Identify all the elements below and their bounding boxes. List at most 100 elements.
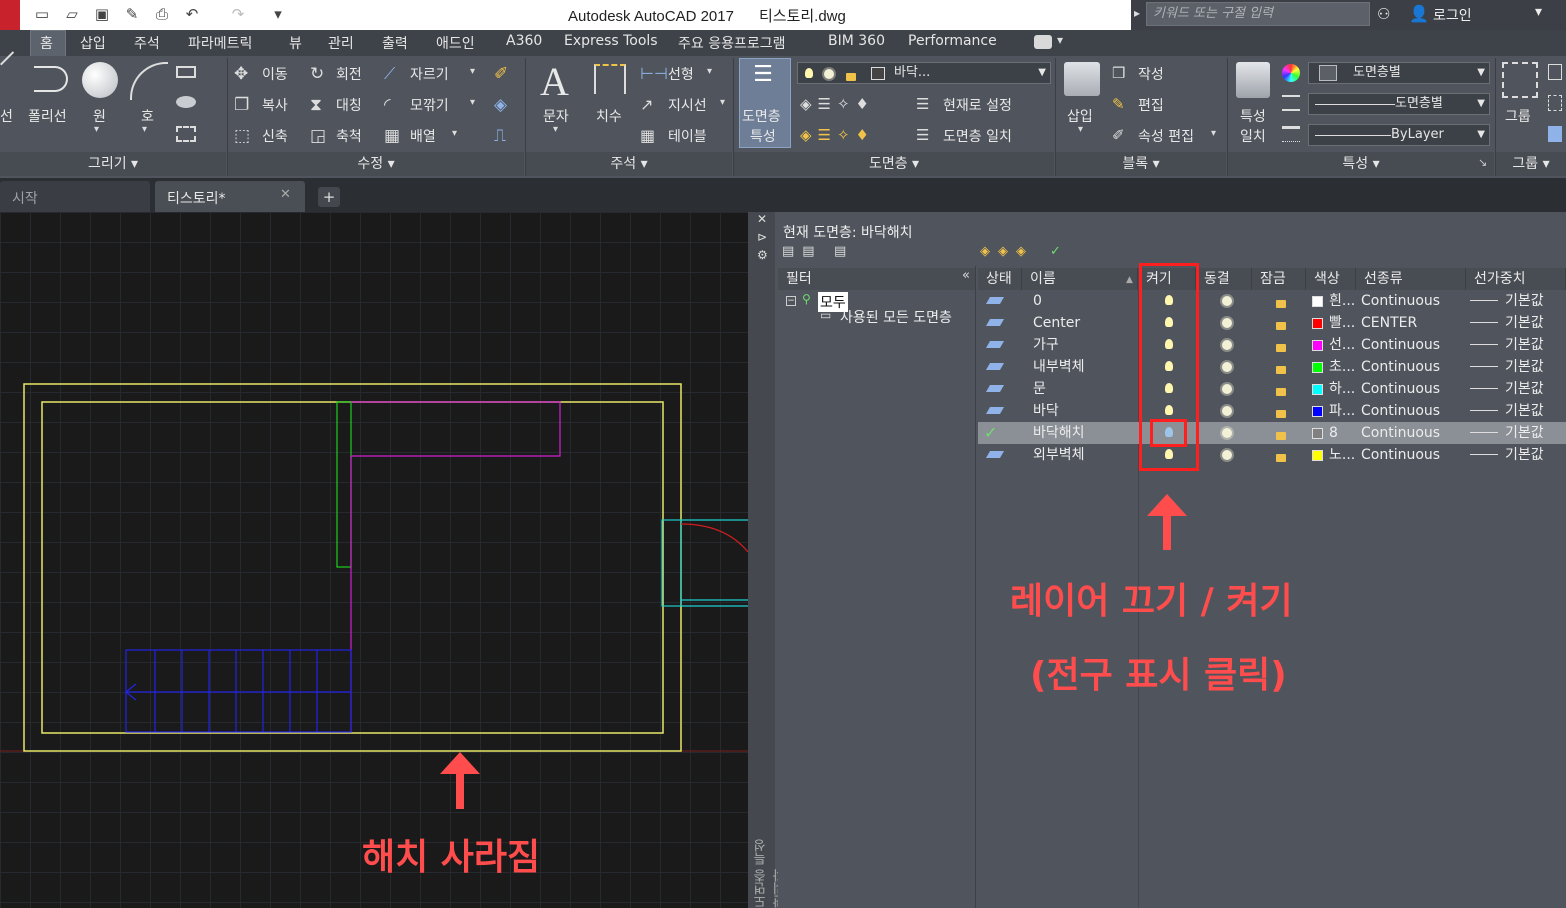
tab-featured-apps[interactable]: 주요 응용프로그램: [678, 33, 786, 53]
move-button[interactable]: 이동: [262, 64, 288, 84]
sun-icon[interactable]: [1222, 296, 1232, 306]
group-tool-icon[interactable]: [1548, 64, 1562, 80]
filter-tools-icon[interactable]: ▤▤: [782, 244, 823, 259]
col-name[interactable]: 이름: [1022, 268, 1138, 290]
layer-lineweight[interactable]: 기본값: [1505, 444, 1544, 466]
layer-row[interactable]: Center 빨... CENTER 기본값: [978, 312, 1566, 334]
group-icon[interactable]: [1502, 62, 1538, 98]
mirror-button[interactable]: 대칭: [336, 95, 362, 115]
tab-addins[interactable]: 애드인: [436, 33, 475, 53]
circle-button[interactable]: 원: [93, 106, 106, 126]
layer-linetype[interactable]: Continuous: [1361, 400, 1440, 422]
unlock-icon[interactable]: [1276, 410, 1286, 418]
polyline-icon[interactable]: [34, 66, 68, 92]
col-status[interactable]: 상태: [978, 268, 1022, 290]
text-dropdown-icon[interactable]: ▾: [553, 124, 558, 135]
sun-icon[interactable]: [1222, 340, 1232, 350]
layer-name[interactable]: 0: [1033, 290, 1042, 312]
layer-lineweight[interactable]: 기본값: [1505, 356, 1544, 378]
unlock-icon[interactable]: [1276, 322, 1286, 330]
print-icon[interactable]: ⎙: [152, 4, 172, 24]
layer-name[interactable]: 내부벽체: [1033, 356, 1085, 378]
layer-action-icons[interactable]: ◈◈◈: [980, 244, 1034, 259]
group-panel-title[interactable]: 그룹 ▾: [1496, 152, 1566, 176]
edit-block-button[interactable]: 편집: [1138, 95, 1164, 115]
linear-dropdown-icon[interactable]: ▾: [707, 66, 712, 77]
lineweight-dropdown[interactable]: ByLayer ▼: [1308, 124, 1490, 146]
properties-panel-title[interactable]: 특성 ▾: [1228, 152, 1494, 176]
unlock-icon[interactable]: [1276, 432, 1286, 440]
insert-block-button[interactable]: 삽입: [1067, 106, 1093, 126]
set-current-icon[interactable]: ✓: [1050, 244, 1061, 259]
layer-linetype[interactable]: CENTER: [1361, 312, 1417, 334]
user-icon[interactable]: 👤: [1409, 4, 1429, 23]
sun-icon[interactable]: [1222, 362, 1232, 372]
hatch-icon[interactable]: [176, 96, 196, 108]
col-lineweight[interactable]: 선가중치: [1466, 268, 1566, 290]
linetype-dropdown[interactable]: 도면층별 ▼: [1308, 93, 1490, 115]
color-swatch[interactable]: [1312, 450, 1323, 461]
rectangle-icon[interactable]: [176, 66, 196, 78]
panel-launcher-icon[interactable]: ↘: [1478, 156, 1487, 169]
dropdown-icon[interactable]: ▾: [1535, 4, 1542, 20]
sun-icon[interactable]: [1222, 428, 1232, 438]
layer-linetype[interactable]: Continuous: [1361, 444, 1440, 466]
binoculars-icon[interactable]: ⚇: [1377, 5, 1390, 23]
layer-panel-title[interactable]: 도면층 ▾: [734, 152, 1054, 176]
col-lock[interactable]: 잠금: [1252, 268, 1306, 290]
circle-dropdown-icon[interactable]: ▾: [94, 124, 99, 135]
layer-row[interactable]: 내부벽체 초... Continuous 기본값: [978, 356, 1566, 378]
tree-child-used[interactable]: 사용된 모든 도면층: [840, 307, 952, 327]
search-input[interactable]: 키워드 또는 구절 입력: [1146, 2, 1370, 26]
offset-icon[interactable]: ⎍: [494, 126, 506, 146]
stretch-button[interactable]: 신축: [262, 126, 288, 146]
tab-performance[interactable]: Performance: [908, 33, 997, 49]
open-folder-icon[interactable]: ▱: [62, 4, 82, 24]
collapse-icon[interactable]: «: [962, 268, 970, 283]
modify-panel-title[interactable]: 수정 ▾: [228, 152, 524, 176]
insert-dropdown-icon[interactable]: ▾: [1078, 124, 1083, 135]
tab-home-label[interactable]: 홈: [40, 33, 53, 53]
layer-lineweight[interactable]: 기본값: [1505, 400, 1544, 422]
trim-dropdown-icon[interactable]: ▾: [470, 66, 475, 77]
layer-lineweight[interactable]: 기본값: [1505, 312, 1544, 334]
sun-icon[interactable]: [1222, 318, 1232, 328]
layer-row[interactable]: 0 흰... Continuous 기본값: [978, 290, 1566, 312]
tab-a360[interactable]: A360: [506, 33, 542, 49]
expand-icon[interactable]: ▸: [1134, 6, 1140, 20]
layer-lineweight[interactable]: 기본값: [1505, 422, 1544, 444]
polyline-button[interactable]: 폴리선: [28, 106, 67, 126]
leader-dropdown-icon[interactable]: ▾: [720, 97, 725, 108]
insert-block-icon[interactable]: [1064, 62, 1100, 96]
match-properties-icon[interactable]: [1236, 62, 1270, 98]
array-dropdown-icon[interactable]: ▾: [452, 128, 457, 139]
doc-tab-start[interactable]: 시작: [0, 181, 150, 212]
layer-tools-row2-icon[interactable]: ◈☰✧♦: [800, 126, 875, 144]
color-swatch[interactable]: [1312, 428, 1323, 439]
unlock-icon[interactable]: [1276, 344, 1286, 352]
layer-row[interactable]: 가구 선... Continuous 기본값: [978, 334, 1566, 356]
array-button[interactable]: 배열: [410, 126, 436, 146]
new-file-icon[interactable]: ▭: [32, 4, 52, 24]
save-icon[interactable]: ▣: [92, 4, 112, 24]
layer-lineweight[interactable]: 기본값: [1505, 290, 1544, 312]
login-button[interactable]: 로그인: [1433, 5, 1472, 25]
color-swatch[interactable]: [1312, 318, 1323, 329]
layer-linetype[interactable]: Continuous: [1361, 378, 1440, 400]
tab-insert[interactable]: 삽입: [80, 33, 106, 53]
layer-name[interactable]: 외부벽체: [1033, 444, 1085, 466]
layer-row[interactable]: ✓ 바닥해치 8 Continuous 기본값: [978, 422, 1566, 444]
dimension-icon[interactable]: [594, 64, 626, 94]
group-button[interactable]: 그룹: [1505, 106, 1531, 126]
match-properties-label-2[interactable]: 일치: [1240, 126, 1266, 146]
scale-button[interactable]: 축척: [336, 126, 362, 146]
layer-name[interactable]: 가구: [1033, 334, 1059, 356]
layer-lineweight[interactable]: 기본값: [1505, 334, 1544, 356]
color-swatch[interactable]: [1312, 296, 1323, 307]
draw-panel-title[interactable]: 그리기 ▾: [0, 152, 226, 176]
explode-icon[interactable]: ◈: [494, 95, 507, 115]
group-select-icon[interactable]: [1548, 126, 1562, 142]
layer-row[interactable]: 바닥 파... Continuous 기본값: [978, 400, 1566, 422]
layer-linetype[interactable]: Continuous: [1361, 422, 1440, 444]
fillet-dropdown-icon[interactable]: ▾: [470, 97, 475, 108]
